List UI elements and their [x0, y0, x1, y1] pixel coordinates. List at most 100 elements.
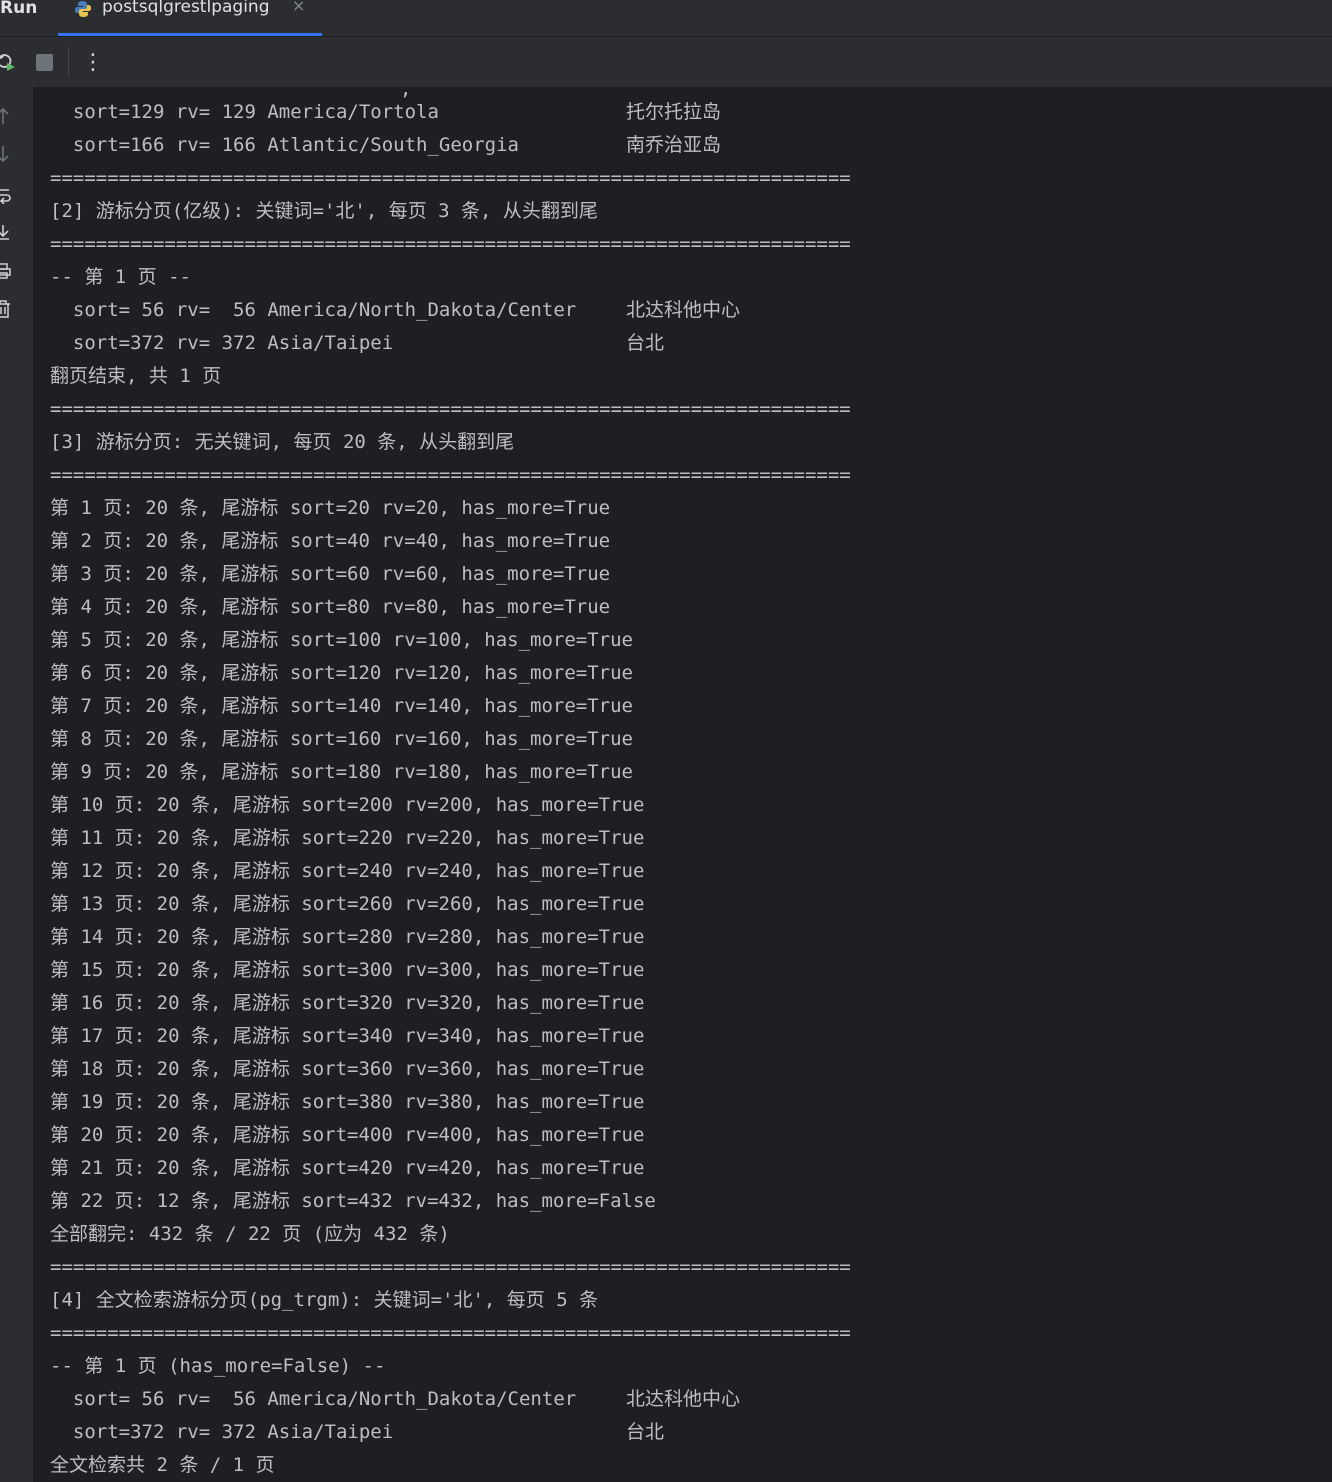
console-line: ========================================… — [50, 1251, 851, 1284]
console-line: 第 3 页: 20 条, 尾游标 sort=60 rv=60, has_more… — [50, 558, 610, 591]
console-line: 第 17 页: 20 条, 尾游标 sort=340 rv=340, has_m… — [50, 1020, 644, 1053]
console-line-text: 第 12 页: 20 条, 尾游标 sort=240 rv=240, has_m… — [50, 860, 645, 882]
console-line-text: sort= 56 rv= 56 America/North_Dakota/Cen… — [50, 1388, 577, 1410]
scroll-up-icon[interactable] — [0, 105, 14, 127]
console-line-text: ========================================… — [50, 1256, 851, 1278]
console-line-text: [4] 全文检索游标分页(pg_trgm): 关键词='北', 每页 5 条 — [50, 1289, 599, 1311]
console-line: 第 8 页: 20 条, 尾游标 sort=160 rv=160, has_mo… — [50, 723, 633, 756]
console-side-toolbar — [0, 87, 33, 1482]
console-line-text: ========================================… — [50, 398, 851, 420]
console-line: ========================================… — [50, 393, 851, 426]
console-line-text: 全部翻完: 432 条 / 22 页 (应为 432 条) — [50, 1223, 450, 1245]
console-line-text: -- 第 1 页 -- — [50, 266, 191, 288]
console-line-text: ========================================… — [50, 464, 851, 486]
console-line-text: sort=372 rv= 372 Asia/Taipei — [50, 1421, 394, 1443]
tab-bar: Run postsqlgrestlpaging × — [0, 0, 1332, 37]
console-line: ========================================… — [50, 228, 851, 261]
scroll-down-icon[interactable] — [0, 143, 14, 165]
console-line-text: 第 11 页: 20 条, 尾游标 sort=220 rv=220, has_m… — [50, 827, 645, 849]
rerun-icon[interactable] — [0, 49, 20, 75]
console-line: -- 第 1 页 -- — [50, 261, 191, 294]
console-line: 第 10 页: 20 条, 尾游标 sort=200 rv=200, has_m… — [50, 789, 644, 822]
console-line-text: [3] 游标分页: 无关键词, 每页 20 条, 从头翻到尾 — [50, 431, 515, 453]
console-line-text: 第 3 页: 20 条, 尾游标 sort=60 rv=60, has_more… — [50, 563, 611, 585]
timezone-name-cn: 北达科他中心 — [626, 1388, 741, 1410]
console-line-text: 第 14 页: 20 条, 尾游标 sort=280 rv=280, has_m… — [50, 926, 645, 948]
run-toolbar: ⋮ — [0, 37, 1332, 87]
console-line-text: ========================================… — [50, 233, 851, 255]
console-line: 第 11 页: 20 条, 尾游标 sort=220 rv=220, has_m… — [50, 822, 644, 855]
console-line-text: 第 19 页: 20 条, 尾游标 sort=380 rv=380, has_m… — [50, 1091, 645, 1113]
console-line-text: 第 8 页: 20 条, 尾游标 sort=160 rv=160, has_mo… — [50, 728, 633, 750]
timezone-name-cn: 托尔托拉岛 — [626, 101, 722, 123]
console-line: 第 5 页: 20 条, 尾游标 sort=100 rv=100, has_mo… — [50, 624, 633, 657]
more-options-icon[interactable]: ⋮ — [80, 49, 106, 75]
console-output[interactable]: , sort=129 rv= 129 America/Tortola 托尔托拉岛 … — [50, 87, 1320, 1482]
python-icon — [75, 1, 91, 17]
console-line: 第 2 页: 20 条, 尾游标 sort=40 rv=40, has_more… — [50, 525, 610, 558]
console-line: 第 19 页: 20 条, 尾游标 sort=380 rv=380, has_m… — [50, 1086, 644, 1119]
stop-icon[interactable] — [31, 49, 57, 75]
console-line-text: 第 22 页: 12 条, 尾游标 sort=432 rv=432, has_m… — [50, 1190, 656, 1212]
console-line: sort= 56 rv= 56 America/North_Dakota/Cen… — [50, 1383, 740, 1416]
console-line: 全文检索共 2 条 / 1 页 — [50, 1449, 275, 1482]
console-line-text: sort=129 rv= 129 America/Tortola — [50, 101, 439, 123]
console-line-text: sort=372 rv= 372 Asia/Taipei — [50, 332, 394, 354]
console-line: 第 12 页: 20 条, 尾游标 sort=240 rv=240, has_m… — [50, 855, 644, 888]
console-line: 第 18 页: 20 条, 尾游标 sort=360 rv=360, has_m… — [50, 1053, 644, 1086]
tool-window-title: Run — [0, 0, 38, 18]
console-line-text: 全文检索共 2 条 / 1 页 — [50, 1454, 275, 1476]
console-line: 第 20 页: 20 条, 尾游标 sort=400 rv=400, has_m… — [50, 1119, 644, 1152]
tab-label: postsqlgrestlpaging — [102, 0, 270, 17]
console-line-text: 第 17 页: 20 条, 尾游标 sort=340 rv=340, has_m… — [50, 1025, 645, 1047]
console-line-text: 第 16 页: 20 条, 尾游标 sort=320 rv=320, has_m… — [50, 992, 645, 1014]
scroll-to-end-icon[interactable] — [0, 221, 14, 243]
toolbar-separator — [68, 47, 69, 77]
console-line-text: 第 20 页: 20 条, 尾游标 sort=400 rv=400, has_m… — [50, 1124, 645, 1146]
console-line: ========================================… — [50, 162, 851, 195]
console-line: ========================================… — [50, 459, 851, 492]
console-line: -- 第 1 页 (has_more=False) -- — [50, 1350, 385, 1383]
console-line-text: 第 21 页: 20 条, 尾游标 sort=420 rv=420, has_m… — [50, 1157, 645, 1179]
console-line-text: 第 4 页: 20 条, 尾游标 sort=80 rv=80, has_more… — [50, 596, 611, 618]
console-line: 第 6 页: 20 条, 尾游标 sort=120 rv=120, has_mo… — [50, 657, 633, 690]
console-line-text: sort=166 rv= 166 Atlantic/South_Georgia — [50, 134, 519, 156]
console-line: sort=372 rv= 372 Asia/Taipei 台北 — [50, 1416, 664, 1449]
tab-postsqlgrestlpaging[interactable]: postsqlgrestlpaging × — [58, 0, 322, 36]
console-line: 第 4 页: 20 条, 尾游标 sort=80 rv=80, has_more… — [50, 591, 610, 624]
timezone-name-cn: 台北 — [626, 332, 665, 354]
console-line: 第 7 页: 20 条, 尾游标 sort=140 rv=140, has_mo… — [50, 690, 633, 723]
console-line-text: 第 9 页: 20 条, 尾游标 sort=180 rv=180, has_mo… — [50, 761, 633, 783]
console-line: [2] 游标分页(亿级): 关键词='北', 每页 3 条, 从头翻到尾 — [50, 195, 598, 228]
console-line-text: sort= 56 rv= 56 America/North_Dakota/Cen… — [50, 299, 577, 321]
console-line-text: ========================================… — [50, 167, 851, 189]
timezone-name-cn: 南乔治亚岛 — [626, 134, 722, 156]
clear-all-icon[interactable] — [0, 298, 14, 320]
console-line: 第 21 页: 20 条, 尾游标 sort=420 rv=420, has_m… — [50, 1152, 644, 1185]
console-line-text: 第 13 页: 20 条, 尾游标 sort=260 rv=260, has_m… — [50, 893, 645, 915]
console-line: 第 1 页: 20 条, 尾游标 sort=20 rv=20, has_more… — [50, 492, 610, 525]
console-line-text: 第 6 页: 20 条, 尾游标 sort=120 rv=120, has_mo… — [50, 662, 633, 684]
console-line: 第 16 页: 20 条, 尾游标 sort=320 rv=320, has_m… — [50, 987, 644, 1020]
console-line: sort=166 rv= 166 Atlantic/South_Georgia 南… — [50, 129, 721, 162]
console-line: sort= 56 rv= 56 America/North_Dakota/Cen… — [50, 294, 740, 327]
soft-wrap-icon[interactable] — [0, 184, 14, 206]
console-line: 第 15 页: 20 条, 尾游标 sort=300 rv=300, has_m… — [50, 954, 644, 987]
console-line-text: -- 第 1 页 (has_more=False) -- — [50, 1355, 386, 1377]
console-line-text: ========================================… — [50, 1322, 851, 1344]
console-line: 第 9 页: 20 条, 尾游标 sort=180 rv=180, has_mo… — [50, 756, 633, 789]
timezone-name-cn: 台北 — [626, 1421, 665, 1443]
print-icon[interactable] — [0, 260, 14, 282]
console-line-text: 第 10 页: 20 条, 尾游标 sort=200 rv=200, has_m… — [50, 794, 645, 816]
console-line-text: [2] 游标分页(亿级): 关键词='北', 每页 3 条, 从头翻到尾 — [50, 200, 598, 222]
console-line: [3] 游标分页: 无关键词, 每页 20 条, 从头翻到尾 — [50, 426, 514, 459]
console-line-text: 第 18 页: 20 条, 尾游标 sort=360 rv=360, has_m… — [50, 1058, 645, 1080]
console-line: 第 14 页: 20 条, 尾游标 sort=280 rv=280, has_m… — [50, 921, 644, 954]
console-line-text: 第 15 页: 20 条, 尾游标 sort=300 rv=300, has_m… — [50, 959, 645, 981]
console-line-text: 第 5 页: 20 条, 尾游标 sort=100 rv=100, has_mo… — [50, 629, 633, 651]
console-line: ========================================… — [50, 1317, 851, 1350]
active-tab-indicator — [58, 33, 322, 36]
console-line-text: 第 2 页: 20 条, 尾游标 sort=40 rv=40, has_more… — [50, 530, 611, 552]
console-line: 第 22 页: 12 条, 尾游标 sort=432 rv=432, has_m… — [50, 1185, 656, 1218]
close-icon[interactable]: × — [292, 0, 305, 15]
